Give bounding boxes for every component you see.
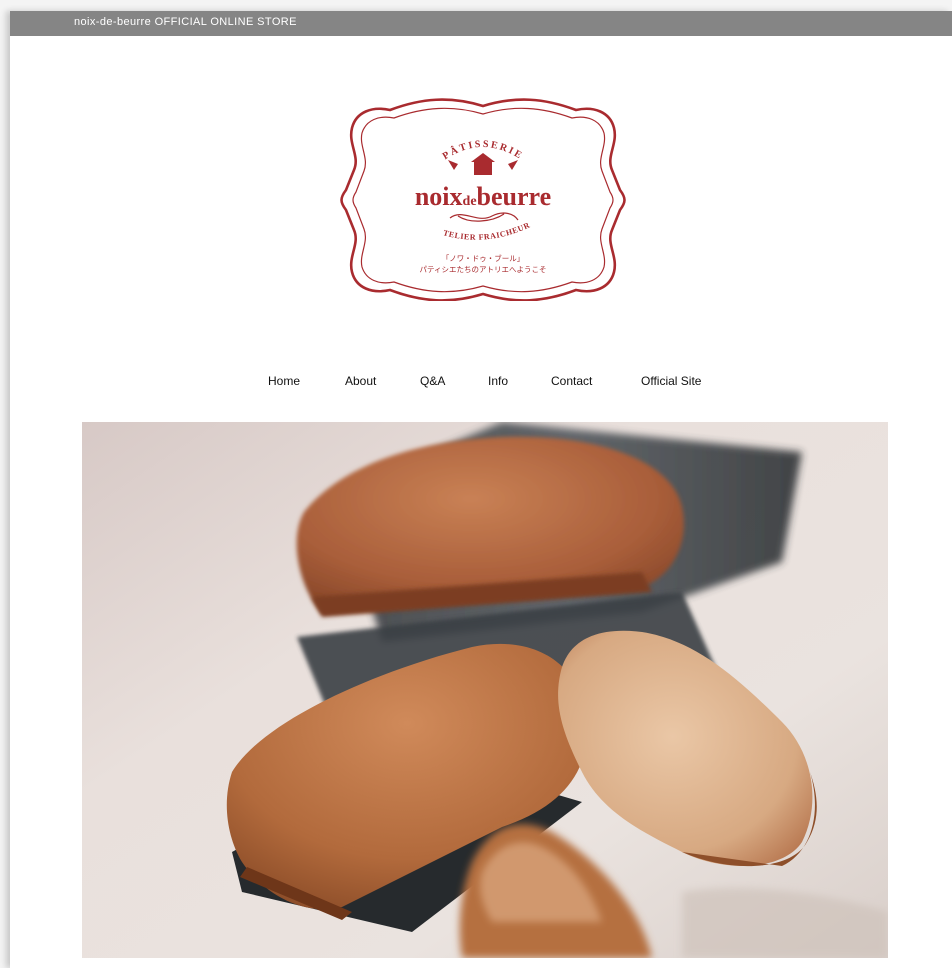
- logo-brand-main: noix: [415, 182, 463, 211]
- logo-brand-end: beurre: [477, 182, 552, 211]
- shop-emblem-icon: [448, 153, 518, 175]
- nav-home[interactable]: Home: [268, 374, 300, 388]
- svg-text:noixdebeurre: noixdebeurre: [415, 182, 551, 211]
- logo-jp-line2: パティシエたちのアトリエへようこそ: [419, 265, 546, 274]
- logo-jp-line1: 「ノワ・ドゥ・ブール」: [442, 253, 525, 263]
- nav-info[interactable]: Info: [488, 374, 508, 388]
- hero-image: [82, 422, 888, 958]
- svg-text:ATELIER FRAICHEUR: ATELIER FRAICHEUR: [332, 98, 532, 242]
- logo-brand-small: de: [463, 194, 477, 209]
- nav-contact[interactable]: Contact: [551, 374, 592, 388]
- brand-logo[interactable]: PÂTISSERIE noixdebeurre ATELIER FRAICHEU…: [332, 98, 634, 301]
- flourish-icon: [449, 212, 519, 222]
- logo-subtitle: ATELIER FRAICHEUR: [332, 98, 531, 242]
- logo-frame-icon: PÂTISSERIE noixdebeurre ATELIER FRAICHEU…: [332, 98, 626, 301]
- financier-pastries-photo-icon: [82, 422, 888, 958]
- nav-about[interactable]: About: [345, 374, 376, 388]
- main-nav: Home About Q&A Info Contact Official Sit…: [10, 374, 952, 394]
- store-header-bar: noix-de-beurre OFFICIAL ONLINE STORE: [10, 11, 952, 36]
- store-title: noix-de-beurre OFFICIAL ONLINE STORE: [74, 16, 297, 28]
- nav-official-site[interactable]: Official Site: [641, 374, 701, 388]
- nav-qa[interactable]: Q&A: [420, 374, 445, 388]
- page-container: noix-de-beurre OFFICIAL ONLINE STORE PÂT…: [10, 11, 952, 968]
